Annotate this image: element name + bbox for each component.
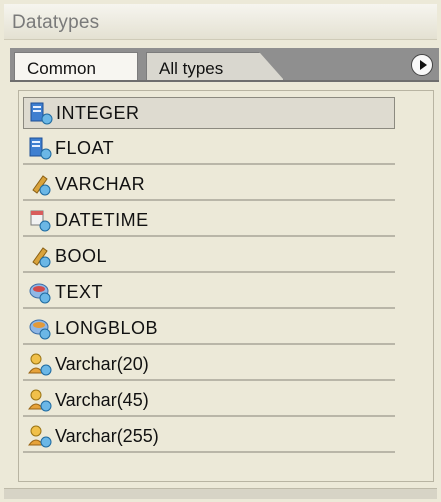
datatypes-panel: Datatypes Common All types INTEGER FLOAT… — [4, 4, 439, 499]
list-item-varchar-45[interactable]: Varchar(45) — [23, 385, 395, 417]
numeric-type-icon — [29, 137, 52, 160]
list-item-datetime[interactable]: DATETIME — [23, 205, 395, 237]
list-item-label: FLOAT — [55, 137, 115, 158]
user-type-icon — [28, 353, 52, 376]
panel-title: Datatypes — [12, 12, 100, 33]
list-item-label: VARCHAR — [55, 173, 146, 194]
list-item-label: Varchar(45) — [55, 389, 149, 410]
panel-statusbar — [4, 488, 437, 499]
list-item-label: LONGBLOB — [55, 317, 159, 338]
list-item-text[interactable]: TEXT — [23, 277, 395, 309]
tab-strip: Common All types — [10, 48, 439, 82]
list-item-float[interactable]: FLOAT — [23, 133, 395, 165]
tab-scroll-right-button[interactable] — [411, 54, 433, 76]
datetime-type-icon — [30, 210, 51, 232]
list-item-integer[interactable]: INTEGER — [23, 97, 395, 129]
user-type-icon — [28, 389, 52, 412]
blob-type-icon — [29, 319, 51, 340]
string-type-icon — [32, 175, 51, 196]
tab-all-types[interactable]: All types — [146, 52, 284, 80]
datatype-list: INTEGER FLOAT VARCHAR DATETIME BOOL TEXT… — [18, 90, 434, 482]
list-item-varchar-20[interactable]: Varchar(20) — [23, 349, 395, 381]
string-type-icon — [32, 247, 51, 268]
list-item-label: BOOL — [55, 245, 108, 266]
tab-common-label: Common — [27, 59, 96, 78]
list-item-label: DATETIME — [55, 209, 149, 230]
list-item-label: TEXT — [55, 281, 104, 302]
list-item-longblob[interactable]: LONGBLOB — [23, 313, 395, 345]
numeric-type-icon — [30, 102, 53, 125]
panel-titlebar: Datatypes — [4, 4, 437, 40]
list-item-label: Varchar(255) — [55, 425, 159, 446]
list-item-varchar[interactable]: VARCHAR — [23, 169, 395, 201]
blob-type-icon — [29, 283, 51, 304]
list-item-varchar-255[interactable]: Varchar(255) — [23, 421, 395, 453]
tab-common[interactable]: Common — [14, 52, 138, 80]
list-item-label: INTEGER — [56, 102, 140, 123]
user-type-icon — [28, 425, 52, 448]
list-item-label: Varchar(20) — [55, 353, 149, 374]
tab-all-types-label: All types — [159, 59, 224, 78]
list-item-bool[interactable]: BOOL — [23, 241, 395, 273]
